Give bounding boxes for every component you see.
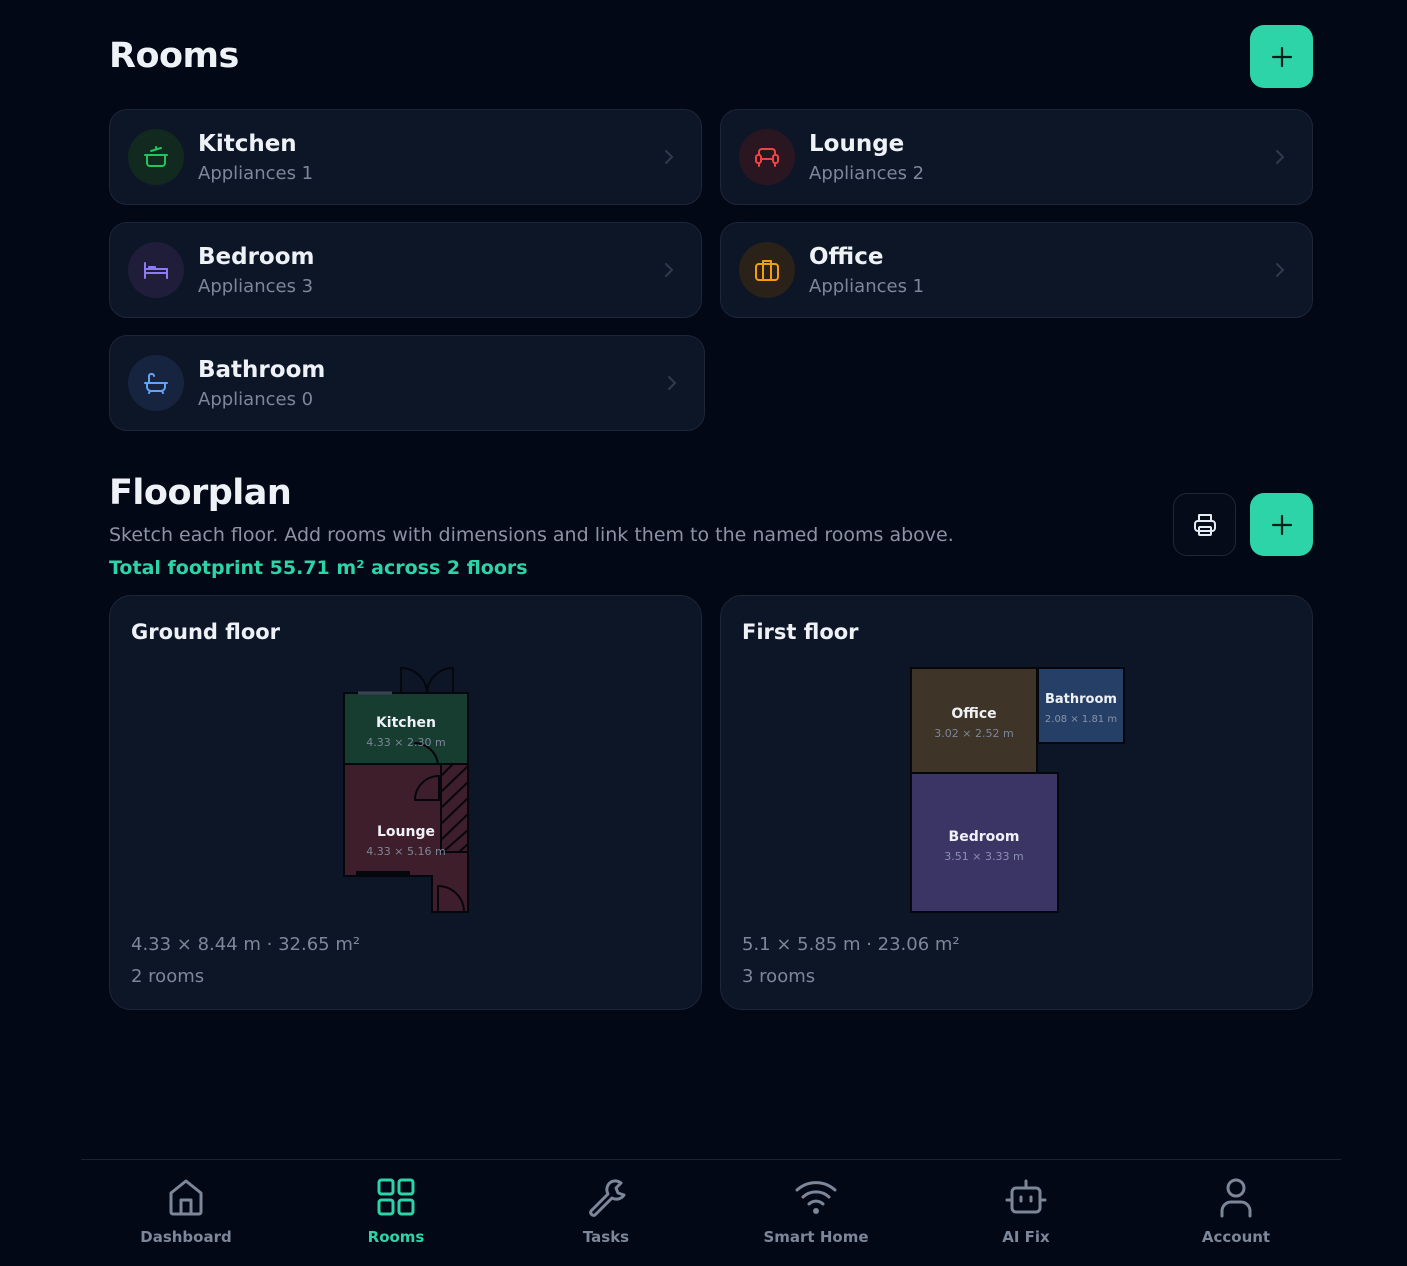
nav-label: Dashboard xyxy=(140,1228,232,1246)
nav-item-ai-fix[interactable]: AI Fix xyxy=(946,1176,1106,1246)
plan-dims-kitchen: 4.33 × 2.30 m xyxy=(366,736,445,749)
floorplan-total: Total footprint 55.71 m² across 2 floors xyxy=(109,557,528,579)
chevron-right-icon xyxy=(1276,263,1285,277)
add-floor-button[interactable] xyxy=(1250,493,1313,556)
nav-label: Rooms xyxy=(367,1228,425,1246)
chevron-right-icon xyxy=(665,150,674,164)
plan-dims-bathroom: 2.08 × 1.81 m xyxy=(1045,714,1117,725)
room-appliances: Appliances 1 xyxy=(198,162,314,184)
room-card-office[interactable]: Office Appliances 1 xyxy=(720,222,1313,318)
floorplan-title: Floorplan xyxy=(109,473,292,513)
bathtub-icon xyxy=(128,355,184,411)
robot-icon xyxy=(1005,1179,1047,1214)
briefcase-icon xyxy=(739,242,795,298)
plan-label-bathroom: Bathroom xyxy=(1045,692,1117,707)
print-button[interactable] xyxy=(1173,493,1236,556)
nav-label: Smart Home xyxy=(763,1228,869,1246)
nav-item-smart-home[interactable]: Smart Home xyxy=(736,1176,896,1246)
nav-item-dashboard[interactable]: Dashboard xyxy=(106,1176,266,1246)
room-name: Bedroom xyxy=(198,243,315,270)
room-name: Office xyxy=(809,243,884,270)
plan-label-kitchen: Kitchen xyxy=(376,715,436,731)
chevron-right-icon xyxy=(668,376,677,390)
nav-label: Account xyxy=(1201,1228,1271,1246)
plan-dims-lounge: 4.33 × 5.16 m xyxy=(366,845,445,858)
floor-room-count: 2 rooms xyxy=(131,966,205,987)
plan-dims-office: 3.02 × 2.52 m xyxy=(934,727,1013,740)
chevron-right-icon xyxy=(1276,150,1285,164)
nav-divider xyxy=(81,1159,1341,1160)
room-appliances: Appliances 2 xyxy=(809,162,925,184)
room-card-bathroom[interactable]: Bathroom Appliances 0 xyxy=(109,335,705,431)
pot-icon xyxy=(128,129,184,185)
floor-dimensions: 4.33 × 8.44 m · 32.65 m² xyxy=(131,934,361,955)
grid-icon xyxy=(377,1178,415,1216)
chevron-right-icon xyxy=(665,263,674,277)
ground-floor-plan[interactable]: Kitchen 4.33 × 2.30 m Lounge 4.33 × 5.16… xyxy=(110,596,703,926)
room-card-bedroom[interactable]: Bedroom Appliances 3 xyxy=(109,222,702,318)
floor-dimensions: 5.1 × 5.85 m · 23.06 m² xyxy=(742,934,960,955)
add-room-button[interactable] xyxy=(1250,25,1313,88)
room-name: Kitchen xyxy=(198,130,297,157)
wrench-icon xyxy=(589,1179,626,1217)
plus-icon xyxy=(1271,46,1292,67)
floor-card-first[interactable]: First floor Office 3.02 × 2.52 m Bathroo… xyxy=(720,595,1313,1010)
home-icon xyxy=(169,1179,203,1216)
plan-label-bedroom: Bedroom xyxy=(949,829,1020,845)
room-name: Bathroom xyxy=(198,356,326,383)
room-appliances: Appliances 1 xyxy=(809,275,925,297)
floor-room-count: 3 rooms xyxy=(742,966,816,987)
plan-dims-bedroom: 3.51 × 3.33 m xyxy=(944,850,1023,863)
user-icon xyxy=(1220,1178,1252,1218)
nav-item-rooms[interactable]: Rooms xyxy=(316,1176,476,1246)
rooms-title: Rooms xyxy=(109,36,239,76)
nav-item-tasks[interactable]: Tasks xyxy=(526,1176,686,1246)
nav-item-account[interactable]: Account xyxy=(1156,1176,1316,1246)
room-appliances: Appliances 0 xyxy=(198,388,314,410)
first-floor-plan[interactable]: Office 3.02 × 2.52 m Bathroom 2.08 × 1.8… xyxy=(721,596,1314,926)
plan-label-office: Office xyxy=(951,706,996,722)
sofa-icon xyxy=(739,129,795,185)
nav-label: Tasks xyxy=(582,1228,630,1246)
floor-card-ground[interactable]: Ground floor Kitchen 4.33 × 2.30 m Loung… xyxy=(109,595,702,1010)
floorplan-subtitle: Sketch each floor. Add rooms with dimens… xyxy=(109,524,954,546)
bed-icon xyxy=(128,242,184,298)
room-card-lounge[interactable]: Lounge Appliances 2 xyxy=(720,109,1313,205)
wifi-icon xyxy=(795,1181,837,1214)
printer-icon xyxy=(1193,513,1216,536)
plan-label-lounge: Lounge xyxy=(377,824,435,840)
nav-label: AI Fix xyxy=(1002,1228,1050,1246)
plus-icon xyxy=(1271,514,1292,535)
room-name: Lounge xyxy=(809,130,905,157)
room-appliances: Appliances 3 xyxy=(198,275,314,297)
room-card-kitchen[interactable]: Kitchen Appliances 1 xyxy=(109,109,702,205)
